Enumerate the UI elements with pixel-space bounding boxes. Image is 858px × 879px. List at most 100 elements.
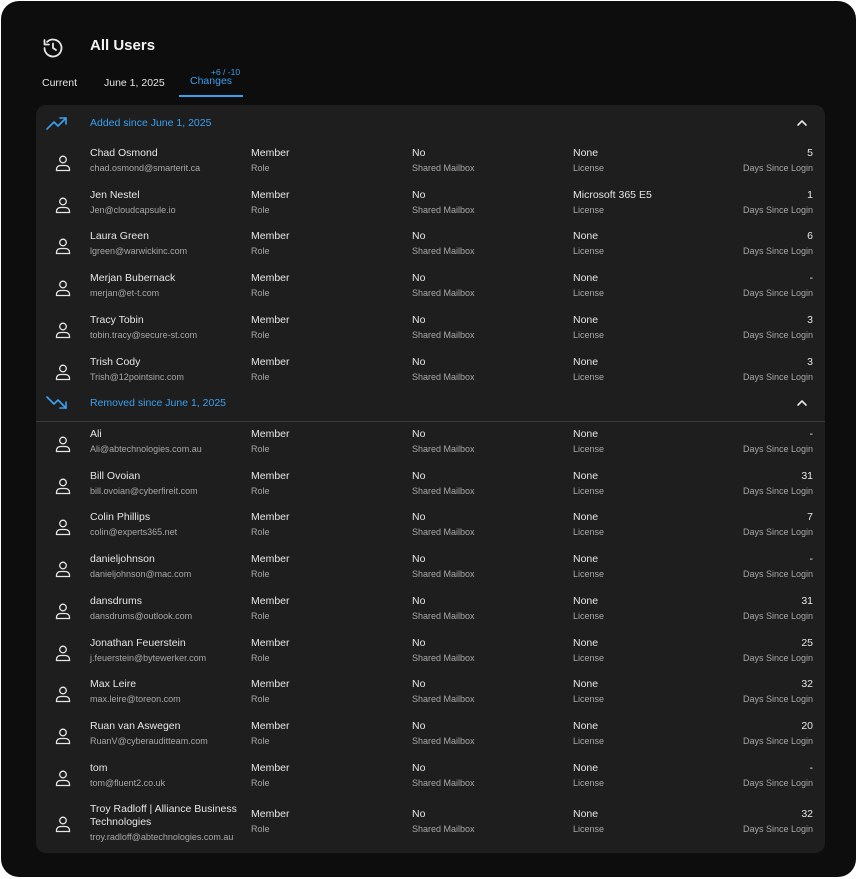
- role-value: Member: [251, 511, 290, 524]
- user-email: Ali@abtechnologies.com.au: [90, 444, 202, 454]
- days-since-login-cell: 32 Days Since Login: [743, 808, 813, 835]
- user-row[interactable]: Ruan van Aswegen RuanV@cyberauditteam.com…: [36, 715, 825, 757]
- days-since-login-cell: - Days Since Login: [743, 272, 813, 299]
- role-cell: Member Role: [251, 147, 290, 174]
- user-row[interactable]: Ali Ali@abtechnologies.com.au Member Role No…: [36, 423, 825, 465]
- role-cell: Member Role: [251, 189, 290, 216]
- user-name: Laura Green: [90, 230, 149, 243]
- user-row[interactable]: danieljohnson danieljohnson@mac.com Member…: [36, 548, 825, 590]
- tab-current[interactable]: Current: [31, 67, 91, 97]
- user-row[interactable]: Max Leire max.leire@toreon.com Member Role N…: [36, 673, 825, 715]
- user-icon: [55, 770, 71, 786]
- shared-mailbox-cell: No Shared Mailbox: [412, 314, 475, 341]
- role-value: Member: [251, 553, 290, 566]
- user-name: Ruan van Aswegen: [90, 719, 181, 732]
- license-label: License: [573, 527, 605, 538]
- license-cell: None License: [573, 147, 604, 174]
- user-name: Jen Nestel: [90, 188, 140, 201]
- license-cell: None License: [573, 230, 604, 257]
- shared-mailbox-value: No: [412, 272, 426, 285]
- license-value: None: [573, 355, 599, 368]
- user-name-cell: Merjan Bubernack merjan@et-t.com: [90, 272, 250, 299]
- tab-changes[interactable]: +6 / -10 Changes: [179, 67, 243, 97]
- user-row[interactable]: Chad Osmond chad.osmond@smarterit.ca Membe…: [36, 142, 825, 184]
- days-since-login-cell: - Days Since Login: [743, 428, 813, 455]
- user-row[interactable]: Jen Nestel Jen@cloudcapsule.io Member Role N…: [36, 184, 825, 226]
- history-icon: [43, 38, 63, 58]
- days-since-login-cell: 25 Days Since Login: [743, 637, 813, 664]
- chevron-up-icon[interactable]: [796, 397, 808, 409]
- days-since-login-label: Days Since Login: [742, 246, 813, 257]
- user-name: Merjan Bubernack: [90, 272, 176, 285]
- license-label: License: [573, 329, 605, 340]
- role-label: Role: [251, 246, 270, 257]
- days-since-login-value: -: [809, 272, 814, 285]
- user-icon: [55, 816, 71, 833]
- role-label: Role: [251, 652, 270, 663]
- user-row[interactable]: Tracy Tobin tobin.tracy@secure-st.com Memb…: [36, 309, 825, 351]
- user-row[interactable]: Jonathan Feuerstein j.feuerstein@bytewerk…: [36, 632, 825, 674]
- license-value: None: [573, 511, 599, 524]
- user-email: dansdrums@outlook.com: [90, 610, 193, 621]
- days-since-login-value: -: [809, 428, 814, 440]
- user-row[interactable]: dansdrums dansdrums@outlook.com Member Role…: [36, 590, 825, 632]
- user-name-cell: dansdrums dansdrums@outlook.com: [90, 595, 250, 622]
- days-since-login-value: 1: [807, 188, 813, 201]
- removed-section-header[interactable]: Removed since June 1, 2025: [36, 385, 825, 421]
- user-email: chad.osmond@smarterit.ca: [90, 163, 201, 173]
- user-row[interactable]: Colin Phillips colin@experts365.net Member…: [36, 506, 825, 548]
- days-since-login-cell: 1 Days Since Login: [743, 189, 813, 216]
- days-since-login-cell: 31 Days Since Login: [743, 595, 813, 622]
- shared-mailbox-label: Shared Mailbox: [412, 329, 475, 340]
- license-value: Microsoft 365 E5: [573, 188, 652, 201]
- trending-down-icon: [46, 396, 67, 409]
- app-window: All Users Current June 1, 2025 +6 / -10 …: [1, 1, 856, 877]
- role-label: Role: [251, 824, 270, 835]
- shared-mailbox-cell: No Shared Mailbox: [412, 147, 475, 174]
- user-row[interactable]: Merjan Bubernack merjan@et-t.com Member Rol…: [36, 267, 825, 309]
- license-cell: None License: [573, 637, 604, 664]
- history-button[interactable]: [41, 35, 65, 61]
- user-row[interactable]: tom tom@fluent2.co.uk Member Role No Shared M…: [36, 757, 825, 799]
- user-name-cell: Ali Ali@abtechnologies.com.au: [90, 428, 250, 455]
- days-since-login-value: 7: [807, 511, 813, 524]
- tab-june-1-2025[interactable]: June 1, 2025: [91, 67, 179, 97]
- user-email: danieljohnson@mac.com: [90, 569, 192, 580]
- role-value: Member: [251, 808, 290, 821]
- role-value: Member: [251, 188, 290, 201]
- role-cell: Member Role: [251, 314, 290, 341]
- user-row[interactable]: Troy Radloff | Alliance Business Technol…: [36, 798, 825, 850]
- user-name: danieljohnson: [90, 553, 155, 566]
- days-since-login-label: Days Since Login: [742, 824, 813, 835]
- role-cell: Member Role: [251, 356, 290, 383]
- role-value: Member: [251, 719, 290, 732]
- user-name: Chad Osmond: [90, 147, 158, 159]
- days-since-login-label: Days Since Login: [742, 569, 813, 580]
- chevron-up-icon[interactable]: [796, 117, 808, 129]
- license-cell: None License: [573, 428, 604, 455]
- days-since-login-label: Days Since Login: [742, 288, 813, 299]
- shared-mailbox-value: No: [412, 313, 426, 326]
- days-since-login-label: Days Since Login: [742, 163, 813, 173]
- role-value: Member: [251, 230, 290, 243]
- user-name-cell: Laura Green lgreen@warwickinc.com: [90, 230, 250, 257]
- role-label: Role: [251, 527, 270, 538]
- days-since-login-label: Days Since Login: [742, 610, 813, 621]
- role-value: Member: [251, 272, 290, 285]
- role-label: Role: [251, 288, 270, 299]
- license-cell: None License: [573, 595, 604, 622]
- days-since-login-value: 20: [801, 719, 813, 732]
- days-since-login-value: 32: [801, 808, 813, 821]
- license-value: None: [573, 761, 599, 774]
- role-label: Role: [251, 777, 270, 788]
- added-section-header[interactable]: Added since June 1, 2025: [36, 105, 825, 141]
- days-since-login-cell: - Days Since Login: [743, 553, 813, 580]
- user-email: max.leire@toreon.com: [90, 694, 181, 705]
- user-row[interactable]: Bill Ovoian bill.ovoian@cyberfireit.com Me…: [36, 465, 825, 507]
- shared-mailbox-label: Shared Mailbox: [412, 246, 475, 257]
- days-since-login-value: 31: [801, 469, 813, 482]
- user-row[interactable]: Laura Green lgreen@warwickinc.com Member Ro…: [36, 225, 825, 267]
- license-label: License: [573, 246, 605, 257]
- days-since-login-cell: 31 Days Since Login: [743, 470, 813, 497]
- days-since-login-cell: 3 Days Since Login: [743, 314, 813, 341]
